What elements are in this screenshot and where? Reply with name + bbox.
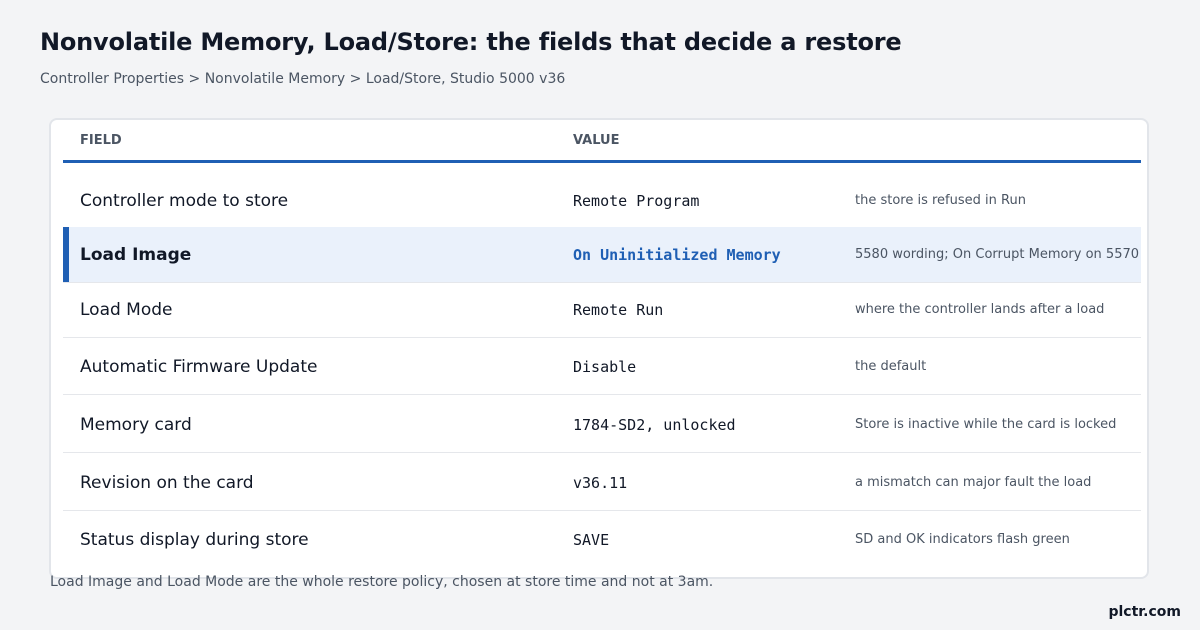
settings-table: FIELD VALUE Controller mode to store Rem…	[49, 118, 1149, 579]
field-value: Remote Run	[573, 301, 664, 319]
brand-logo: plctr.com	[1108, 604, 1181, 620]
table-row: Automatic Firmware Update Disable the de…	[63, 339, 1141, 395]
table-row: Load Mode Remote Run where the controlle…	[63, 282, 1141, 338]
table-row-highlighted: Load Image On Uninitialized Memory 5580 …	[63, 227, 1141, 283]
field-name: Revision on the card	[80, 473, 254, 493]
field-name: Load Mode	[80, 300, 173, 320]
field-value: 1784-SD2, unlocked	[573, 416, 736, 434]
page-title: Nonvolatile Memory, Load/Store: the fiel…	[40, 28, 902, 56]
breadcrumb: Controller Properties > Nonvolatile Memo…	[40, 71, 566, 87]
field-note: 5580 wording; On Corrupt Memory on 5570	[855, 247, 1140, 262]
field-name: Automatic Firmware Update	[80, 357, 318, 377]
field-value: Disable	[573, 358, 637, 376]
field-name: Memory card	[80, 415, 192, 435]
field-note: a mismatch can major fault the load	[855, 475, 1092, 490]
table-row: Revision on the card v36.11 a mismatch c…	[63, 455, 1141, 511]
field-note: SD and OK indicators flash green	[855, 532, 1070, 547]
table-row: Controller mode to store Remote Program …	[63, 173, 1141, 229]
column-header-value: VALUE	[573, 133, 620, 148]
field-name: Status display during store	[80, 530, 309, 550]
field-note: Store is inactive while the card is lock…	[855, 417, 1117, 432]
field-name: Load Image	[80, 245, 192, 265]
field-note: where the controller lands after a load	[855, 302, 1105, 317]
table-header: FIELD VALUE	[63, 120, 1141, 163]
highlight-bar	[63, 227, 69, 282]
column-header-field: FIELD	[80, 133, 122, 148]
table-row: Status display during store SAVE SD and …	[63, 512, 1141, 568]
field-value: v36.11	[573, 474, 628, 492]
footnote: Load Image and Load Mode are the whole r…	[50, 574, 714, 590]
table-row: Memory card 1784-SD2, unlocked Store is …	[63, 397, 1141, 453]
field-value: On Uninitialized Memory	[573, 246, 781, 264]
field-name: Controller mode to store	[80, 191, 289, 211]
field-value: SAVE	[573, 531, 610, 549]
field-note: the store is refused in Run	[855, 193, 1026, 208]
field-note: the default	[855, 359, 927, 374]
field-value: Remote Program	[573, 192, 700, 210]
